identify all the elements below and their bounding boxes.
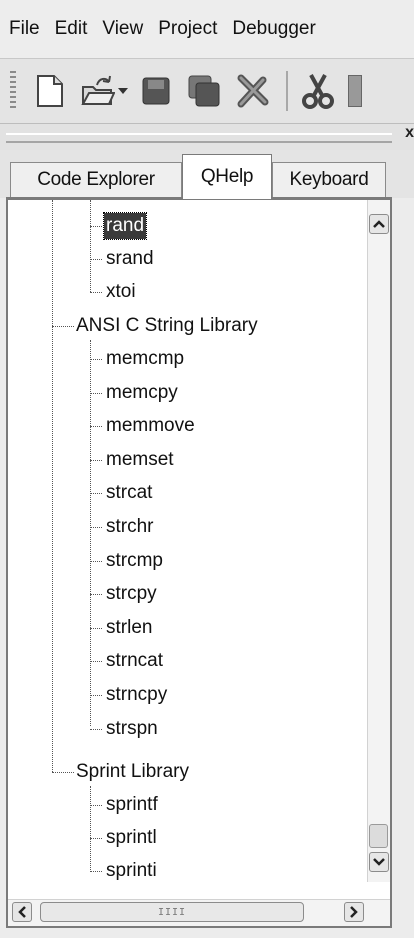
dropdown-arrow-icon[interactable] xyxy=(118,73,130,109)
tree-line xyxy=(90,786,91,872)
cut-icon[interactable] xyxy=(300,73,336,109)
tab-qhelp[interactable]: QHelp xyxy=(182,154,272,199)
tree-item-xtoi[interactable]: xtoi xyxy=(104,279,138,305)
vertical-scrollbar[interactable] xyxy=(367,200,390,882)
menu-file[interactable]: File xyxy=(9,18,40,40)
tree-item-sprinti[interactable]: sprinti xyxy=(104,858,159,884)
tree-line xyxy=(90,560,102,562)
scroll-down-icon[interactable] xyxy=(369,852,389,872)
scroll-thumb-grip: IIII xyxy=(157,906,187,918)
tree-line xyxy=(90,259,102,260)
tree-item-strchr[interactable]: strchr xyxy=(104,514,156,540)
menu-project[interactable]: Project xyxy=(158,18,217,40)
tree-item-strspn[interactable]: strspn xyxy=(104,716,160,742)
menu-bar: File Edit View Project Debugger xyxy=(0,0,414,59)
tree-line xyxy=(90,627,102,629)
panel-grip[interactable] xyxy=(6,133,392,143)
open-icon[interactable] xyxy=(80,73,116,109)
tree-line xyxy=(52,326,74,327)
tree-item-memcmp[interactable]: memcmp xyxy=(104,346,186,372)
tree-item-memcpy[interactable]: memcpy xyxy=(104,380,180,406)
tree-item-strncat[interactable]: strncat xyxy=(104,648,165,674)
tree-line xyxy=(90,459,102,461)
new-file-icon[interactable] xyxy=(32,73,68,109)
tree-line xyxy=(90,594,102,596)
save-all-icon[interactable] xyxy=(186,73,222,109)
tree-group-ansi-c-string-library[interactable]: ANSI C String Library xyxy=(74,313,260,339)
tree-line xyxy=(90,838,102,839)
toolbar-grip[interactable] xyxy=(10,71,16,111)
tab-keyboard[interactable]: Keyboard xyxy=(272,162,386,197)
save-icon[interactable] xyxy=(138,73,174,109)
tree-item-strcmp[interactable]: strcmp xyxy=(104,548,165,574)
tree-line xyxy=(52,772,74,773)
tree-item-memset[interactable]: memset xyxy=(104,447,176,473)
panel-close-icon[interactable]: x xyxy=(405,124,414,142)
tree-item-strlen[interactable]: strlen xyxy=(104,615,154,641)
tree-item-sprintf[interactable]: sprintf xyxy=(104,792,160,818)
tree-item-strcat[interactable]: strcat xyxy=(104,480,154,506)
tree-line xyxy=(90,200,91,292)
tree-line xyxy=(90,359,102,360)
tree-line xyxy=(90,226,102,227)
menu-edit[interactable]: Edit xyxy=(55,18,88,40)
scroll-left-icon[interactable] xyxy=(12,902,32,922)
tree-line xyxy=(90,340,91,726)
scroll-right-icon[interactable] xyxy=(344,902,364,922)
toolbar-overflow-icon[interactable] xyxy=(348,75,362,107)
tree-line xyxy=(90,527,102,528)
tree-item-strncpy[interactable]: strncpy xyxy=(104,682,169,708)
tree-line xyxy=(90,426,102,428)
tree-item-strcpy[interactable]: strcpy xyxy=(104,581,159,607)
panel-header: x xyxy=(0,124,414,150)
help-tree: rand srand xtoi ANSI C String Library me… xyxy=(8,200,370,881)
vertical-scroll-thumb[interactable] xyxy=(369,824,388,848)
tree-line xyxy=(90,493,102,495)
toolbar-separator xyxy=(286,71,288,111)
tree-item-srand[interactable]: srand xyxy=(104,246,156,272)
tree-line xyxy=(90,661,102,663)
tree-line xyxy=(90,805,102,806)
tree-line xyxy=(52,200,53,772)
scroll-up-icon[interactable] xyxy=(369,214,389,234)
tree-line xyxy=(90,728,102,730)
tree-item-sprintl[interactable]: sprintl xyxy=(104,825,159,851)
tree-line xyxy=(90,871,102,872)
horizontal-scrollbar[interactable]: IIII xyxy=(8,899,390,926)
tree-group-sprint-library[interactable]: Sprint Library xyxy=(74,759,191,785)
horizontal-scroll-thumb[interactable]: IIII xyxy=(40,902,304,922)
tab-code-explorer[interactable]: Code Explorer xyxy=(10,162,182,197)
panel-tabs: Code Explorer QHelp Keyboard xyxy=(0,150,414,199)
tree-item-rand[interactable]: rand xyxy=(102,212,148,240)
toolbar xyxy=(0,59,414,124)
tree-item-memmove[interactable]: memmove xyxy=(104,413,197,439)
menu-view[interactable]: View xyxy=(102,18,143,40)
menu-debugger[interactable]: Debugger xyxy=(232,18,315,40)
tree-line xyxy=(90,292,102,293)
tree-line xyxy=(90,392,102,394)
close-file-icon[interactable] xyxy=(234,73,270,109)
qhelp-tree-panel: rand srand xtoi ANSI C String Library me… xyxy=(6,198,392,928)
tree-line xyxy=(90,695,102,696)
